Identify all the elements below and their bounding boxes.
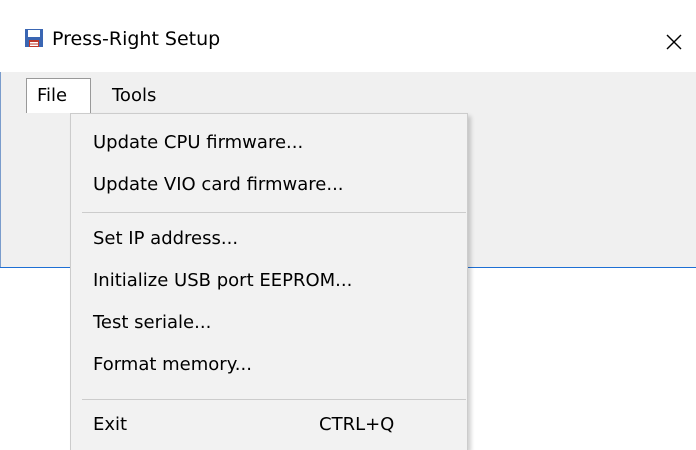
menu-item-format-memory[interactable]: Format memory... [71, 346, 467, 384]
menu-item-update-vio-card-firmware[interactable]: Update VIO card firmware... [71, 166, 467, 204]
app-window: Press-Right Setup File Tools Update CPU … [0, 0, 696, 450]
menu-item-test-seriale[interactable]: Test seriale... [71, 304, 467, 342]
menu-item-shortcut: CTRL+Q [319, 414, 395, 435]
close-button[interactable] [650, 18, 696, 62]
menu-item-initialize-usb-port-eeprom[interactable]: Initialize USB port EEPROM... [71, 262, 467, 300]
window-title: Press-Right Setup [52, 28, 221, 50]
menu-separator [82, 399, 466, 400]
close-icon [666, 34, 682, 50]
menu-item-label: Test seriale... [93, 312, 212, 333]
menu-item-label: Exit [93, 414, 128, 435]
menu-item-label: Format memory... [93, 354, 252, 375]
menu-item-label: Update CPU firmware... [93, 132, 304, 153]
menu-item-exit[interactable]: Exit CTRL+Q [71, 406, 467, 444]
menu-item-update-cpu-firmware[interactable]: Update CPU firmware... [71, 124, 467, 162]
menu-item-label: Set IP address... [93, 228, 239, 249]
menu-item-label: Initialize USB port EEPROM... [93, 270, 353, 291]
menu-item-set-ip-address[interactable]: Set IP address... [71, 220, 467, 258]
menu-item-label: Update VIO card firmware... [93, 174, 344, 195]
menu-file[interactable]: File [26, 78, 91, 113]
menu-separator [82, 212, 466, 213]
menu-tools[interactable]: Tools [104, 78, 164, 113]
title-bar[interactable]: Press-Right Setup [0, 0, 696, 72]
floppy-disk-icon [24, 28, 44, 48]
